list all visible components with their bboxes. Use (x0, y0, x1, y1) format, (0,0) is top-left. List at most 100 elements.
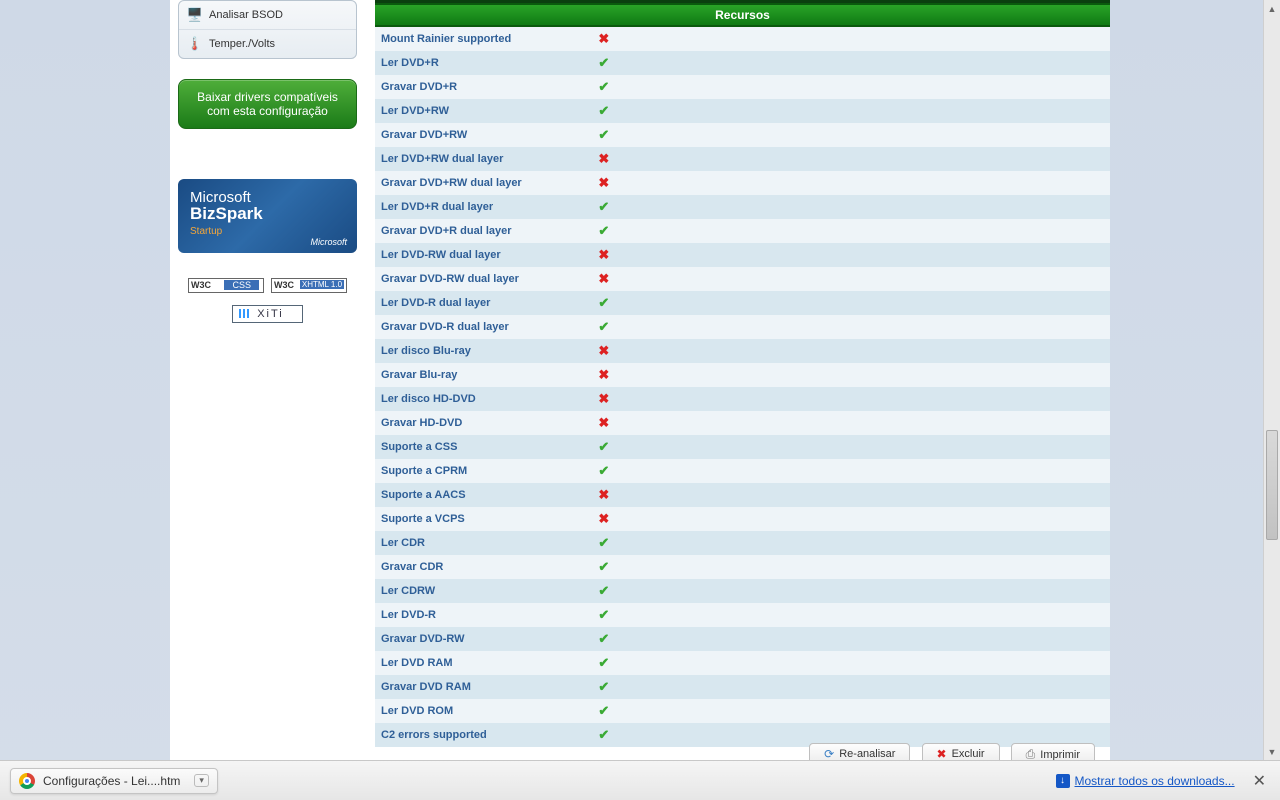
feature-label: Gravar DVD+RW dual layer (375, 171, 592, 195)
feature-value: ✔ (592, 603, 1110, 627)
table-row: Suporte a CSS✔ (375, 435, 1110, 459)
download-chip[interactable]: Configurações - Lei....htm ▾ (10, 768, 218, 794)
feature-label: Ler DVD RAM (375, 651, 592, 675)
table-row: Gravar DVD RAM ✔ (375, 675, 1110, 699)
check-icon: ✔ (598, 631, 609, 646)
feature-label: Ler CDR (375, 531, 592, 555)
scrollbar-thumb[interactable] (1266, 430, 1278, 540)
feature-value: ✖ (592, 387, 1110, 411)
bizspark-line3: Startup (190, 226, 345, 237)
table-row: Ler DVD+R✔ (375, 51, 1110, 75)
check-icon: ✔ (598, 703, 609, 718)
feature-label: Gravar DVD+RW (375, 123, 592, 147)
feature-label: Ler DVD-R dual layer (375, 291, 592, 315)
feature-value: ✔ (592, 51, 1110, 75)
feature-label: Gravar DVD+R dual layer (375, 219, 592, 243)
check-icon: ✔ (598, 583, 609, 598)
sidebar-menu: 🖥️ Analisar BSOD 🌡️ Temper./Volts (178, 0, 357, 59)
feature-label: Ler DVD ROM (375, 699, 592, 723)
xiti-badge[interactable]: XiTi (232, 305, 303, 323)
scroll-down-arrow[interactable]: ▼ (1264, 743, 1280, 760)
check-icon: ✔ (598, 679, 609, 694)
reanalyze-button[interactable]: ⟳ Re-analisar (809, 743, 910, 760)
sidebar-menu-item[interactable]: 🖥️ Analisar BSOD (179, 1, 356, 29)
feature-value: ✖ (592, 339, 1110, 363)
cross-icon: ✖ (598, 343, 609, 358)
table-row: Suporte a VCPS✖ (375, 507, 1110, 531)
menu-item-icon: 🖥️ (187, 7, 203, 23)
feature-label: Gravar DVD RAM (375, 675, 592, 699)
table-row: Ler CDRW ✔ (375, 579, 1110, 603)
feature-value: ✖ (592, 26, 1110, 51)
scroll-up-arrow[interactable]: ▲ (1264, 0, 1280, 17)
table-row: Ler DVD ROM ✔ (375, 699, 1110, 723)
download-chevron-icon[interactable]: ▾ (194, 774, 209, 787)
download-drivers-button[interactable]: Baixar drivers compatíveis com esta conf… (178, 79, 357, 129)
feature-label: Mount Rainier supported (375, 26, 592, 51)
show-all-downloads-link[interactable]: ↓ Mostrar todos os downloads... (1056, 774, 1235, 788)
menu-item-label: Temper./Volts (209, 38, 275, 50)
table-row: Ler DVD+RW✔ (375, 99, 1110, 123)
delete-label: Excluir (952, 748, 985, 760)
feature-value: ✔ (592, 579, 1110, 603)
print-icon: ⎙ (1026, 747, 1036, 760)
features-table: Recursos Mount Rainier supported✖Ler DVD… (375, 0, 1110, 747)
bizspark-banner[interactable]: Microsoft BizSpark Startup Microsoft (178, 179, 357, 253)
bizspark-line2: BizSpark (190, 204, 345, 224)
feature-label: Ler disco Blu-ray (375, 339, 592, 363)
sidebar-menu-item[interactable]: 🌡️ Temper./Volts (179, 29, 356, 58)
feature-value: ✔ (592, 627, 1110, 651)
feature-value: ✔ (592, 315, 1110, 339)
feature-value: ✔ (592, 459, 1110, 483)
feature-label: Gravar HD-DVD (375, 411, 592, 435)
table-row: Gravar DVD-RW✔ (375, 627, 1110, 651)
table-row: Gravar DVD-RW dual layer✖ (375, 267, 1110, 291)
feature-value: ✔ (592, 195, 1110, 219)
download-filename: Configurações - Lei....htm (43, 774, 180, 788)
validation-badges: XiTi (178, 278, 357, 323)
cross-icon: ✖ (598, 175, 609, 190)
w3c-css-badge[interactable] (188, 278, 264, 293)
check-icon: ✔ (598, 127, 609, 142)
delete-button[interactable]: ✖ Excluir (922, 743, 1000, 760)
cross-icon: ✖ (598, 271, 609, 286)
table-header-label: Recursos (375, 4, 1110, 26)
check-icon: ✔ (598, 607, 609, 622)
download-drivers-line1: Baixar drivers compatíveis (185, 90, 350, 104)
bizspark-corp: Microsoft (310, 237, 347, 247)
delete-icon: ✖ (937, 747, 947, 760)
table-row: Ler DVD-R ✔ (375, 603, 1110, 627)
feature-label: Ler DVD-R (375, 603, 592, 627)
table-row: Gravar DVD+R✔ (375, 75, 1110, 99)
feature-value: ✔ (592, 99, 1110, 123)
table-section-header: Recursos (375, 4, 1110, 26)
table-row: Ler DVD+RW dual layer✖ (375, 147, 1110, 171)
feature-value: ✖ (592, 483, 1110, 507)
download-drivers-line2: com esta configuração (185, 104, 350, 118)
browser-download-bar: Configurações - Lei....htm ▾ ↓ Mostrar t… (0, 760, 1280, 800)
w3c-xhtml-badge[interactable] (271, 278, 347, 293)
chrome-icon (19, 773, 35, 789)
feature-value: ✔ (592, 75, 1110, 99)
table-row: Ler CDR✔ (375, 531, 1110, 555)
feature-label: Suporte a VCPS (375, 507, 592, 531)
action-bar: ⟳ Re-analisar ✖ Excluir ⎙ Imprimir (170, 743, 1110, 760)
feature-value: ✔ (592, 435, 1110, 459)
menu-item-label: Analisar BSOD (209, 9, 283, 21)
feature-label: Ler CDRW (375, 579, 592, 603)
feature-label: Ler DVD+R dual layer (375, 195, 592, 219)
print-button[interactable]: ⎙ Imprimir (1011, 743, 1095, 760)
check-icon: ✔ (598, 223, 609, 238)
vertical-scrollbar[interactable]: ▲ ▼ (1263, 0, 1280, 760)
feature-label: Suporte a AACS (375, 483, 592, 507)
check-icon: ✔ (598, 79, 609, 94)
menu-item-icon: 🌡️ (187, 36, 203, 52)
table-row: Suporte a AACS✖ (375, 483, 1110, 507)
feature-label: Gravar Blu-ray (375, 363, 592, 387)
feature-value: ✖ (592, 507, 1110, 531)
feature-value: ✖ (592, 363, 1110, 387)
feature-label: Suporte a CPRM (375, 459, 592, 483)
show-all-label: Mostrar todos os downloads... (1075, 774, 1235, 788)
table-row: Gravar DVD+RW ✔ (375, 123, 1110, 147)
close-bar-button[interactable]: ✕ (1249, 771, 1270, 791)
